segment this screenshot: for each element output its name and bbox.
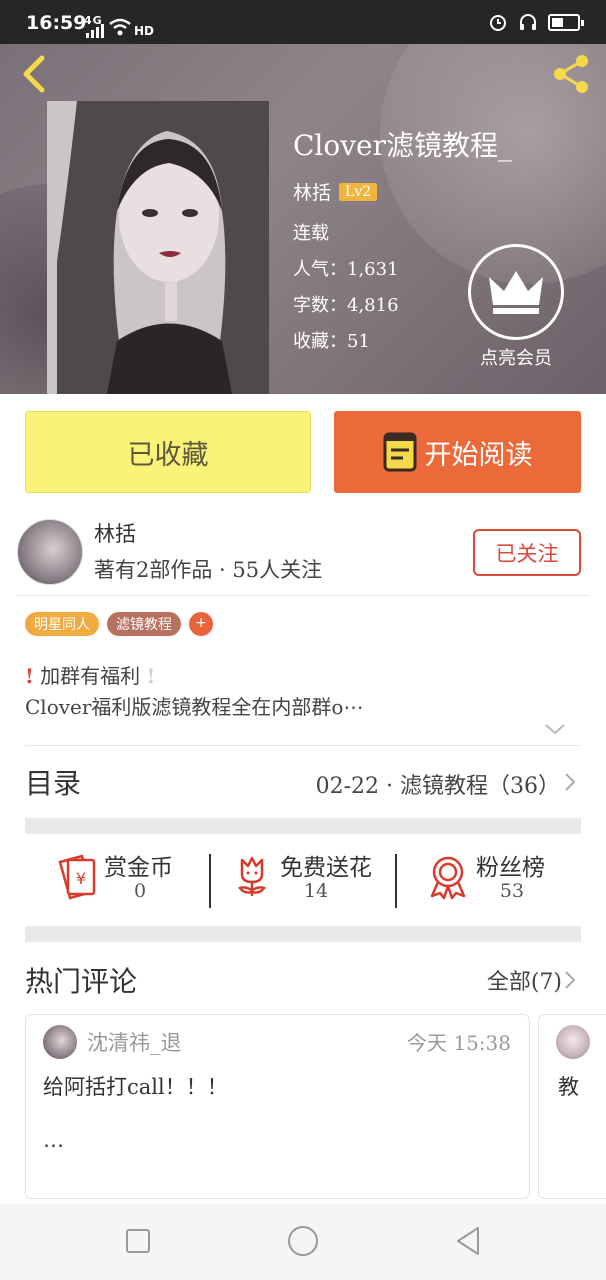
vip-button[interactable]: 点亮会员 (468, 244, 564, 370)
commenter-avatar[interactable] (43, 1025, 77, 1059)
comment-card[interactable]: 沈清祎_退 今天 15:38 给阿括打call！！！ ⋯ (25, 1014, 530, 1199)
nav-back-icon[interactable] (454, 1226, 482, 1256)
battery-icon (548, 13, 584, 31)
signal-icon (86, 24, 104, 38)
tag-list: 明星同人 滤镜教程 + (25, 612, 213, 636)
comment-text: 教 (558, 1075, 579, 1099)
vip-label: 点亮会员 (480, 348, 552, 369)
recent-apps-icon[interactable] (125, 1228, 151, 1254)
comment-more: ⋯ (43, 1133, 64, 1157)
tag-item[interactable]: 明星同人 (25, 612, 99, 636)
level-badge: Lv2 (339, 182, 378, 201)
stat-value: 14 (303, 880, 329, 902)
stat-name: 赏金币 (104, 855, 173, 881)
book-header: Clover滤镜教程_ 林括 Lv2 连载 人气：1,631 字数：4,816 … (0, 44, 606, 394)
crown-icon (468, 244, 564, 340)
flower-icon (238, 856, 266, 896)
stat-value: 0 (133, 880, 147, 902)
wifi-icon (109, 18, 131, 36)
section-separator (25, 818, 581, 834)
intro-line-2: Clover福利版滤镜教程全在内部群o⋯ (25, 695, 364, 719)
main-content: 已收藏 开始阅读 林括 著有2部作品 · 55人关注 已关注 明星同人 滤镜教程… (0, 394, 606, 1204)
headphones-icon (520, 14, 536, 30)
status-time: 16:59 (26, 12, 87, 34)
reward-stats: ¥ 赏金币 0 免费送花 14 粉丝榜 53 (0, 834, 606, 926)
divider (17, 595, 589, 596)
book-status: 连载 (293, 223, 329, 244)
table-of-contents-row[interactable]: 目录 02-22 · 滤镜教程（36） (0, 746, 606, 816)
book-title: Clover滤镜教程_ (293, 129, 513, 162)
cover-portrait-image (47, 101, 269, 394)
commenter-avatar[interactable] (556, 1025, 590, 1059)
home-icon[interactable] (287, 1225, 319, 1257)
system-nav-bar (0, 1204, 606, 1280)
book-icon (383, 432, 416, 472)
divider (209, 854, 211, 908)
book-author[interactable]: 林括 (293, 178, 331, 205)
commenter-name[interactable]: 沈清祎_退 (87, 1027, 182, 1057)
author-name[interactable]: 林括 (94, 518, 136, 548)
comment-text: 给阿括打call！！！ (43, 1075, 228, 1099)
author-card[interactable]: 林括 著有2部作品 · 55人关注 已关注 (0, 514, 606, 594)
stat-coins[interactable]: ¥ 赏金币 0 (52, 848, 232, 912)
chevron-right-icon (565, 773, 576, 791)
comment-time: 今天 15:38 (407, 1031, 511, 1055)
book-intro[interactable]: ! 加群有福利 ! Clover福利版滤镜教程全在内部群o⋯ (25, 660, 363, 720)
wifi-label: HD (134, 24, 155, 38)
start-reading-label: 开始阅读 (424, 439, 533, 471)
intro-line-1: 加群有福利 (40, 664, 141, 688)
stat-fans[interactable]: 粉丝榜 53 (424, 848, 604, 912)
toc-latest: 02-22 · 滤镜教程（36） (315, 774, 560, 799)
follow-label: 已关注 (495, 541, 559, 566)
svg-text:¥: ¥ (76, 869, 86, 888)
status-bar: 16:59 4G HD (0, 0, 606, 44)
exclamation-icon: ! (25, 664, 34, 688)
chevron-right-icon[interactable] (564, 970, 576, 990)
toc-label: 目录 (25, 767, 82, 800)
book-cover[interactable] (47, 101, 269, 394)
author-avatar[interactable] (17, 519, 83, 585)
share-icon[interactable] (550, 52, 594, 96)
alarm-icon (490, 15, 506, 31)
chevron-down-icon[interactable] (544, 722, 566, 736)
collected-label: 已收藏 (127, 439, 209, 471)
collected-button[interactable]: 已收藏 (25, 411, 311, 493)
author-meta: 著有2部作品 · 55人关注 (94, 558, 323, 582)
divider (395, 854, 397, 908)
follow-button[interactable]: 已关注 (473, 529, 581, 576)
stat-name: 粉丝榜 (476, 855, 545, 881)
exclamation-icon: ! (146, 664, 156, 688)
rosette-icon (430, 856, 466, 900)
stat-flowers[interactable]: 免费送花 14 (228, 848, 408, 912)
stat-name: 免费送花 (280, 855, 372, 881)
back-icon[interactable] (18, 52, 50, 96)
all-comments-link[interactable]: 全部(7) (487, 964, 562, 996)
red-envelope-icon: ¥ (58, 854, 96, 900)
comment-card[interactable]: 教 (538, 1014, 606, 1199)
section-separator (25, 926, 581, 942)
stat-value: 53 (499, 880, 525, 902)
tag-item[interactable]: 滤镜教程 (107, 612, 181, 636)
add-tag-button[interactable]: + (189, 612, 213, 636)
start-reading-button[interactable]: 开始阅读 (334, 411, 581, 493)
comments-title: 热门评论 (25, 965, 138, 998)
